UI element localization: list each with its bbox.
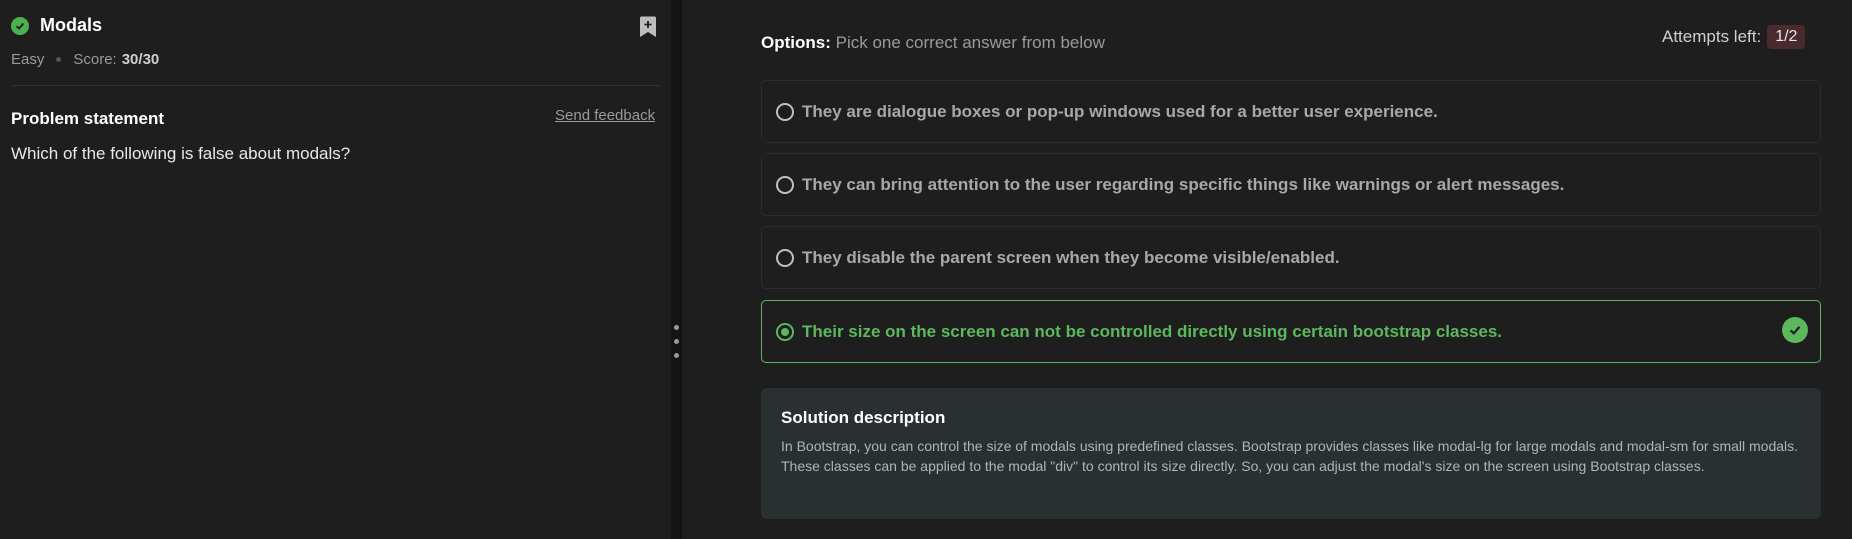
bookmark-add-icon[interactable]	[638, 16, 658, 38]
radio-button-selected[interactable]	[776, 322, 794, 341]
attempts-label: Attempts left:	[1662, 27, 1762, 46]
drag-handle-icon[interactable]	[674, 325, 679, 330]
drag-handle-icon[interactable]	[674, 339, 679, 344]
problem-meta: Easy Score: 30/30	[11, 51, 159, 68]
attempts-indicator: Attempts left: 1/2	[1662, 25, 1806, 49]
send-feedback-link[interactable]: Send feedback	[555, 107, 655, 124]
option-label: They are dialogue boxes or pop-up window…	[802, 101, 1438, 121]
problem-title-row: Modals	[11, 15, 102, 36]
problem-statement-heading: Problem statement	[11, 109, 165, 128]
drag-handle-icon[interactable]	[674, 353, 679, 358]
panel-splitter[interactable]	[671, 0, 682, 539]
options-label: Options:	[761, 33, 831, 52]
radio-button[interactable]	[776, 175, 794, 194]
divider	[11, 85, 661, 86]
problem-panel: Modals Easy Score: 30/30 Problem stateme…	[0, 0, 671, 539]
radio-dot	[781, 327, 789, 336]
option-label: Their size on the screen can not be cont…	[802, 321, 1503, 341]
radio-button[interactable]	[776, 102, 794, 121]
option-3[interactable]: They disable the parent screen when they…	[761, 226, 1821, 289]
score-label: Score:	[73, 51, 117, 68]
option-label: They can bring attention to the user reg…	[802, 174, 1565, 194]
solution-text: In Bootstrap, you can control the size o…	[781, 438, 1799, 474]
app: Modals Easy Score: 30/30 Problem stateme…	[0, 0, 1852, 539]
problem-title: Modals	[40, 15, 103, 35]
solution-heading: Solution description	[781, 408, 946, 427]
check-circle-icon	[1782, 317, 1808, 343]
option-label: They disable the parent screen when they…	[802, 247, 1340, 267]
options-heading: Options: Pick one correct answer from be…	[761, 33, 1105, 53]
question-text: Which of the following is false about mo…	[11, 144, 351, 163]
score-value: 30/30	[121, 51, 160, 68]
options-instructions: Pick one correct answer from below	[835, 33, 1105, 52]
option-2[interactable]: They can bring attention to the user reg…	[761, 153, 1821, 216]
radio-button[interactable]	[776, 248, 794, 267]
solution-box: Solution description In Bootstrap, you c…	[761, 388, 1821, 519]
difficulty-label: Easy	[11, 51, 45, 68]
option-4-correct[interactable]: Their size on the screen can not be cont…	[761, 300, 1821, 363]
option-1[interactable]: They are dialogue boxes or pop-up window…	[761, 80, 1821, 143]
check-circle-icon	[11, 16, 29, 35]
attempts-badge: 1/2	[1767, 25, 1806, 49]
separator-dot	[56, 57, 62, 62]
